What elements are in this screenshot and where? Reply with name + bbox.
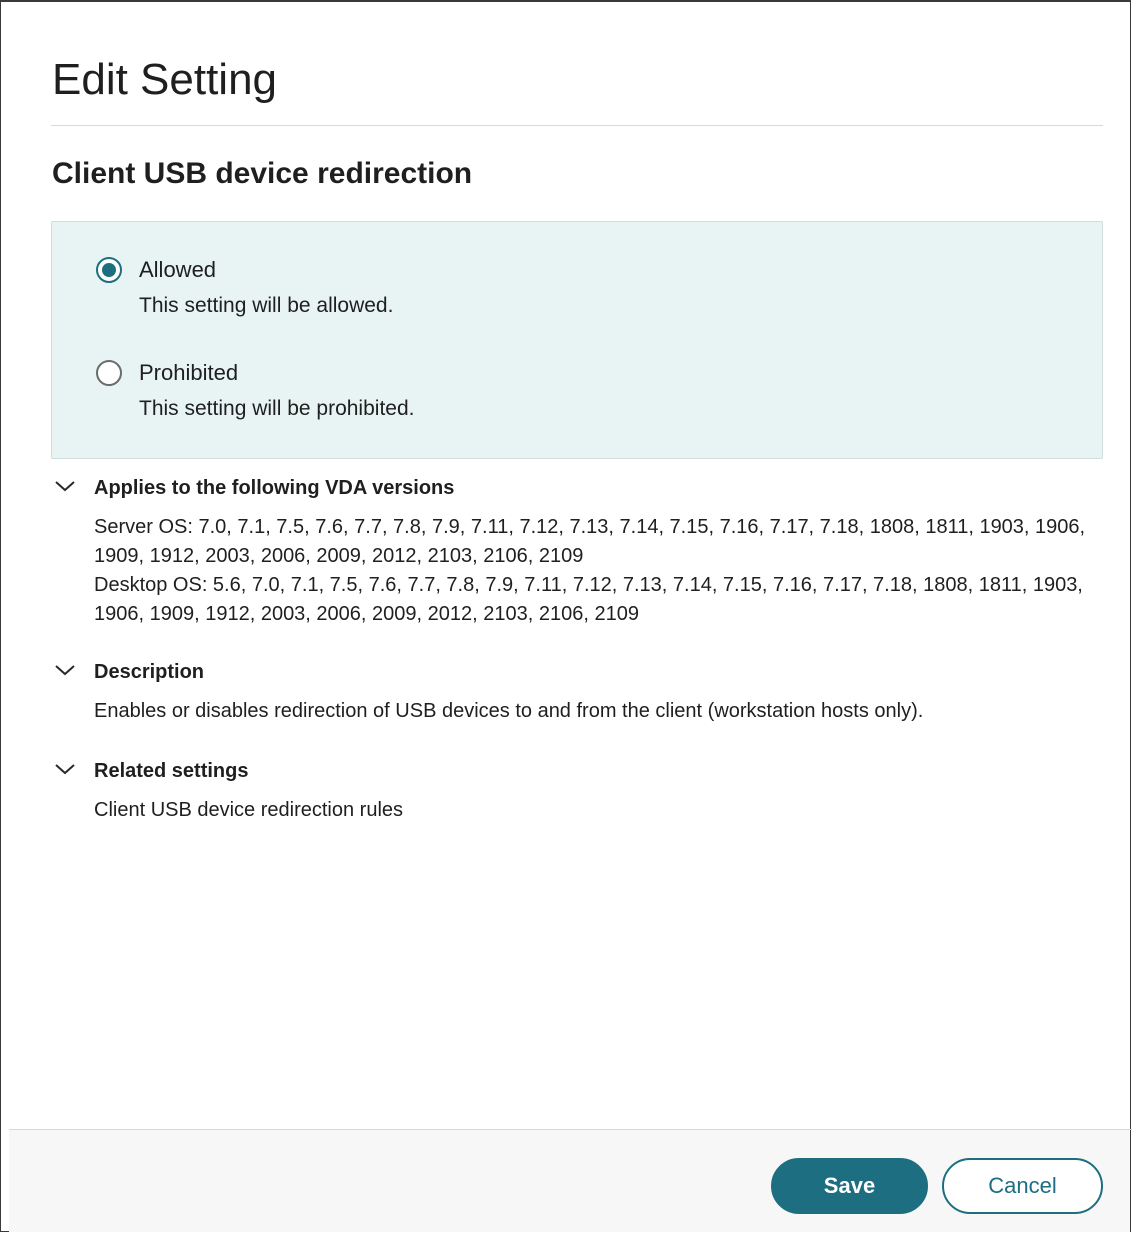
save-button[interactable]: Save [771, 1158, 928, 1214]
description-title: Description [94, 661, 205, 683]
dialog-title: Edit Setting [52, 55, 278, 104]
dialog-footer: Save Cancel [9, 1130, 1130, 1232]
related-setting-item: Client USB device redirection rules [94, 799, 404, 821]
server-os-versions: Server OS: 7.0, 7.1, 7.5, 7.6, 7.7, 7.8,… [94, 516, 1086, 567]
vda-versions-section: Applies to the following VDA versions Se… [51, 473, 1103, 629]
description-toggle[interactable]: Description [51, 657, 1103, 687]
desktop-os-versions: Desktop OS: 5.6, 7.0, 7.1, 7.5, 7.6, 7.7… [94, 574, 1083, 625]
chevron-down-icon [55, 665, 75, 676]
cancel-button[interactable]: Cancel [942, 1158, 1103, 1214]
chevron-down-icon [55, 481, 75, 492]
chevron-down-icon [55, 764, 75, 775]
allowed-description: This setting will be allowed. [139, 294, 394, 317]
description-section: Description Enables or disables redirect… [51, 657, 1103, 726]
setting-options-group: Allowed This setting will be allowed. Pr… [51, 221, 1103, 459]
title-divider [51, 125, 1103, 126]
setting-name: Client USB device redirection [52, 157, 473, 190]
related-settings-toggle[interactable]: Related settings [51, 756, 1103, 786]
related-settings-body: Client USB device redirection rules [94, 796, 1103, 825]
prohibited-description: This setting will be prohibited. [139, 397, 415, 420]
edit-setting-dialog: Edit Setting Client USB device redirecti… [0, 0, 1132, 1232]
allowed-radio[interactable] [96, 257, 122, 283]
allowed-label[interactable]: Allowed [139, 255, 216, 285]
vda-versions-title: Applies to the following VDA versions [94, 477, 455, 499]
description-text: Enables or disables redirection of USB d… [94, 700, 924, 722]
vda-versions-toggle[interactable]: Applies to the following VDA versions [51, 473, 1103, 503]
related-settings-title: Related settings [94, 760, 249, 782]
related-settings-section: Related settings Client USB device redir… [51, 756, 1103, 825]
vda-versions-body: Server OS: 7.0, 7.1, 7.5, 7.6, 7.7, 7.8,… [94, 513, 1103, 629]
description-body: Enables or disables redirection of USB d… [94, 697, 1103, 726]
prohibited-radio[interactable] [96, 360, 122, 386]
prohibited-label[interactable]: Prohibited [139, 358, 238, 388]
